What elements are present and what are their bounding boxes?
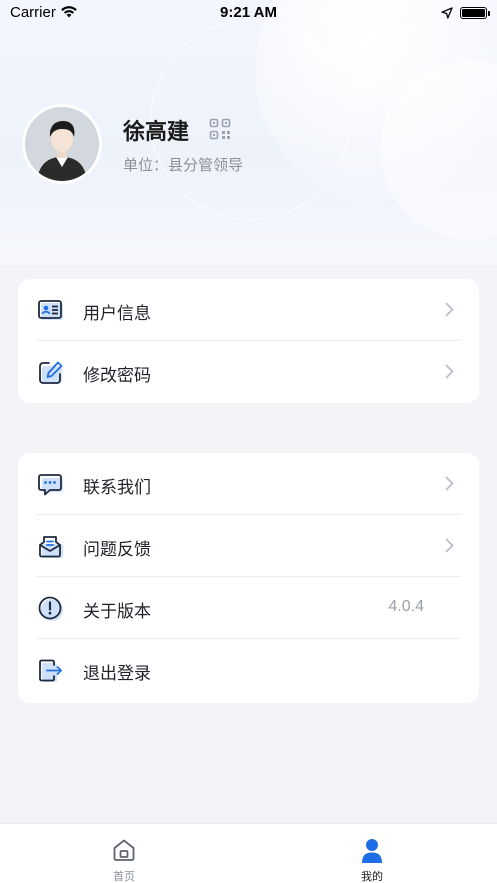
menu-item-label: 退出登录 (83, 664, 151, 684)
chevron-right-icon (445, 302, 454, 321)
menu-item-logout[interactable]: 退出登录 (18, 639, 479, 701)
user-name: 徐高建 (123, 120, 190, 145)
location-arrow-icon (441, 6, 453, 23)
chevron-right-icon (445, 538, 454, 557)
menu-item-label: 用户信息 (83, 304, 151, 324)
tab-mine[interactable]: 我的 (312, 824, 432, 883)
tab-label: 我的 (361, 870, 383, 883)
user-profile: 徐高建 单位：县分管领导 (22, 104, 482, 186)
account-menu-card: 用户信息 修改密码 (18, 279, 479, 403)
qr-code-icon[interactable] (209, 118, 231, 144)
menu-item-feedback[interactable]: 问题反馈 (18, 515, 479, 577)
status-time: 9:21 AM (220, 4, 277, 21)
menu-item-label: 问题反馈 (83, 540, 151, 560)
id-card-icon (38, 298, 64, 324)
menu-item-about-version[interactable]: 关于版本 4.0.4 (18, 577, 479, 639)
home-icon (112, 838, 136, 866)
avatar-icon (25, 107, 99, 181)
support-menu-card: 联系我们 问题反馈 关于版本 4.0.4 退出登录 (18, 453, 479, 703)
avatar[interactable] (22, 104, 102, 184)
person-icon (360, 838, 384, 868)
tab-bar: 首页 我的 (0, 823, 497, 883)
info-icon (38, 596, 64, 622)
tab-home[interactable]: 首页 (64, 824, 184, 883)
tab-label: 首页 (113, 870, 135, 883)
menu-item-label: 联系我们 (83, 478, 151, 498)
status-bar: Carrier 9:21 AM (0, 0, 497, 26)
version-number: 4.0.4 (388, 598, 424, 615)
user-department: 单位：县分管领导 (123, 156, 244, 174)
battery-icon (460, 7, 490, 19)
menu-item-label: 关于版本 (83, 602, 151, 622)
mail-icon (38, 534, 64, 560)
logout-icon (38, 658, 64, 684)
edit-icon (38, 360, 64, 386)
menu-item-contact-us[interactable]: 联系我们 (18, 453, 479, 515)
menu-item-user-info[interactable]: 用户信息 (18, 279, 479, 341)
chevron-right-icon (445, 364, 454, 383)
menu-item-label: 修改密码 (83, 366, 151, 386)
menu-item-change-password[interactable]: 修改密码 (18, 341, 479, 403)
chevron-right-icon (445, 476, 454, 495)
chat-icon (38, 472, 64, 498)
